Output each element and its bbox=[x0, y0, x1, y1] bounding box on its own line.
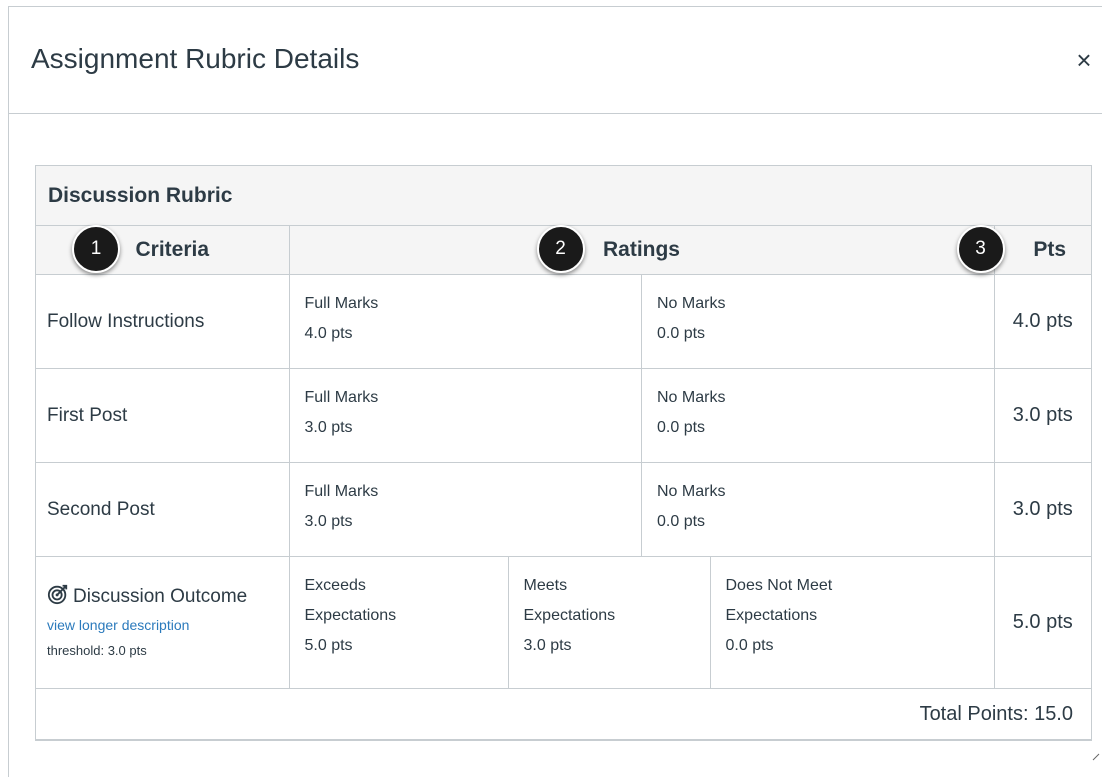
rating-option: No Marks 0.0 pts bbox=[641, 463, 994, 556]
callout-badge-2: 2 bbox=[536, 225, 585, 273]
total-points: Total Points: 15.0 bbox=[36, 688, 1091, 740]
criteria-header-label: Criteria bbox=[135, 238, 210, 261]
dialog-header: Assignment Rubric Details × bbox=[9, 7, 1102, 114]
criterion-name: Follow Instructions bbox=[36, 274, 290, 369]
outcome-points: 5.0 pts bbox=[993, 556, 1091, 689]
rating-points: 3.0 pts bbox=[304, 513, 353, 530]
outcome-title: Discussion Outcome bbox=[73, 585, 248, 607]
outcome-row: Discussion Outcome view longer descripti… bbox=[36, 556, 1091, 689]
rating-points: 0.0 pts bbox=[725, 637, 774, 654]
rubric-dialog: Assignment Rubric Details × Discussion R… bbox=[8, 6, 1102, 777]
rating-points: 0.0 pts bbox=[657, 513, 706, 530]
callout-badge-3: 3 bbox=[956, 225, 1005, 273]
dialog-title: Assignment Rubric Details bbox=[31, 43, 360, 74]
rating-points: 5.0 pts bbox=[304, 637, 353, 654]
rating-option: Meets Expectations 3.0 pts bbox=[507, 557, 710, 688]
rubric-table: 1 Criteria 2 Ratings 3 Pts Follow Instru… bbox=[36, 225, 1091, 740]
rating-label: No Marks bbox=[657, 295, 726, 312]
callout-badge-1: 1 bbox=[72, 225, 120, 273]
rating-label-line1: Exceeds bbox=[304, 577, 366, 594]
criterion-row: Second Post Full Marks 3.0 pts No Marks … bbox=[36, 462, 1091, 557]
rating-option: Full Marks 4.0 pts bbox=[290, 275, 642, 368]
ratings-cell: Full Marks 3.0 pts No Marks 0.0 pts bbox=[288, 368, 995, 463]
rating-label-line2: Expectations bbox=[304, 607, 397, 624]
rubric-title: Discussion Rubric bbox=[36, 166, 1091, 226]
criterion-name: First Post bbox=[36, 368, 290, 463]
resize-grip-icon[interactable] bbox=[1092, 753, 1100, 761]
ratings-cell: Full Marks 3.0 pts No Marks 0.0 pts bbox=[288, 462, 995, 557]
pts-header: 3 Pts bbox=[956, 225, 1091, 275]
rating-points: 0.0 pts bbox=[657, 419, 706, 436]
rating-label: Full Marks bbox=[304, 389, 379, 406]
rating-label: No Marks bbox=[657, 389, 726, 406]
rating-label: Full Marks bbox=[304, 295, 379, 312]
rating-points: 0.0 pts bbox=[657, 325, 706, 342]
criterion-points: 4.0 pts bbox=[993, 274, 1091, 369]
rating-label: No Marks bbox=[657, 483, 726, 500]
rating-option: No Marks 0.0 pts bbox=[641, 275, 994, 368]
rating-label-line1: Meets bbox=[523, 577, 568, 594]
rating-option: Full Marks 3.0 pts bbox=[290, 463, 642, 556]
rating-label-line2: Expectations bbox=[725, 607, 818, 624]
criterion-name: Second Post bbox=[36, 462, 290, 557]
outcome-target-icon bbox=[47, 584, 68, 604]
rating-label-line1: Does Not Meet bbox=[725, 577, 833, 594]
rating-points: 3.0 pts bbox=[304, 419, 353, 436]
close-button[interactable]: × bbox=[1071, 47, 1097, 73]
view-longer-description-link[interactable]: view longer description bbox=[47, 612, 288, 638]
total-row: Total Points: 15.0 bbox=[36, 688, 1091, 740]
rating-option: Exceeds Expectations 5.0 pts bbox=[290, 557, 508, 688]
rating-points: 4.0 pts bbox=[304, 325, 353, 342]
criteria-header: 1 Criteria bbox=[36, 225, 290, 275]
rating-option: No Marks 0.0 pts bbox=[641, 369, 994, 462]
criterion-points: 3.0 pts bbox=[993, 462, 1091, 557]
ratings-header: 2 Ratings bbox=[288, 225, 995, 275]
rating-points: 3.0 pts bbox=[523, 637, 572, 654]
outcome-ratings-cell: Exceeds Expectations 5.0 pts Meets Expec… bbox=[288, 556, 995, 689]
outcome-criterion: Discussion Outcome view longer descripti… bbox=[36, 556, 290, 689]
outcome-threshold: threshold: 3.0 pts bbox=[47, 642, 147, 658]
ratings-cell: Full Marks 4.0 pts No Marks 0.0 pts bbox=[288, 274, 995, 369]
criterion-points: 3.0 pts bbox=[993, 368, 1091, 463]
outcome-title-wrap: Discussion Outcome bbox=[47, 582, 288, 612]
criterion-row: Follow Instructions Full Marks 4.0 pts N… bbox=[36, 274, 1091, 369]
rating-option: Full Marks 3.0 pts bbox=[290, 369, 642, 462]
rating-label-line2: Expectations bbox=[523, 607, 616, 624]
rating-option: Does Not Meet Expectations 0.0 pts bbox=[709, 557, 994, 688]
ratings-header-label: Ratings bbox=[602, 238, 680, 261]
rating-label: Full Marks bbox=[304, 483, 379, 500]
rubric-header-row: 1 Criteria 2 Ratings 3 Pts bbox=[36, 225, 1091, 275]
criterion-row: First Post Full Marks 3.0 pts No Marks 0… bbox=[36, 368, 1091, 463]
pts-header-label: Pts bbox=[1033, 238, 1067, 261]
rubric-table-container: Discussion Rubric 1 Criteria 2 Ratings 3… bbox=[35, 165, 1092, 741]
